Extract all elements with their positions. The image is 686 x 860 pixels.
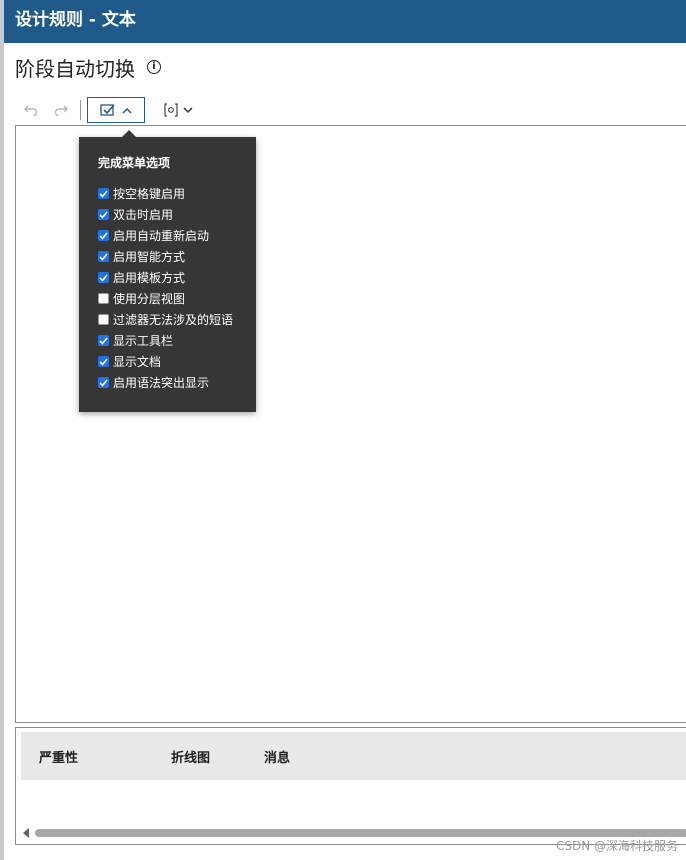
check-icon (99, 231, 108, 240)
completion-option-label: 显示工具栏 (113, 334, 174, 348)
check-icon (99, 378, 108, 387)
completion-option[interactable]: 启用语法突出显示 (98, 372, 256, 393)
completion-option[interactable]: 启用模板方式 (98, 267, 256, 288)
completion-option[interactable]: 过滤器无法涉及的短语 (98, 309, 256, 330)
column-header-message[interactable]: 消息 (264, 747, 290, 766)
completion-menu-button[interactable] (87, 97, 145, 123)
checkbox-checked[interactable] (98, 272, 109, 283)
parameter-icon (164, 103, 178, 117)
parameter-button[interactable] (163, 103, 193, 117)
page-title: 阶段自动切换 (15, 56, 135, 81)
check-icon (99, 357, 108, 366)
checkbox-checked[interactable] (98, 377, 109, 388)
undo-icon (24, 105, 38, 116)
checkbox-checked[interactable] (98, 335, 109, 346)
completion-option-label: 显示文档 (113, 355, 162, 369)
completion-option-label: 启用语法突出显示 (113, 376, 210, 390)
completion-option[interactable]: 双击时启用 (98, 204, 256, 225)
completion-option-label: 启用智能方式 (113, 250, 186, 264)
completion-options-list: 按空格键启用 双击时启用启用自动重新启动 启用智能方式 启用模板方式 使用分层视图过滤器… (98, 183, 256, 393)
completion-option[interactable]: 按空格键启用 (98, 183, 256, 204)
chevron-up-icon (122, 107, 132, 114)
completion-option-label: 过滤器无法涉及的短语 (113, 313, 234, 327)
completion-check-icon (100, 104, 115, 116)
check-icon (99, 336, 108, 345)
chevron-down-icon (183, 106, 193, 113)
checkbox-checked[interactable] (98, 356, 109, 367)
check-icon (99, 189, 108, 198)
completion-option-label: 按空格键启用 (113, 187, 186, 201)
completion-option[interactable]: 启用智能方式 (98, 246, 256, 267)
scroll-left-icon[interactable] (23, 828, 29, 838)
checkbox-checked[interactable] (98, 251, 109, 262)
completion-option[interactable]: 使用分层视图 (98, 288, 256, 309)
redo-icon (54, 105, 68, 116)
undo-button[interactable] (16, 97, 46, 123)
window-title: 设计规则 - 文本 (4, 0, 686, 43)
checkbox-unchecked[interactable] (98, 314, 109, 325)
check-icon (99, 210, 108, 219)
completion-option-label: 启用自动重新启动 (113, 229, 210, 243)
completion-option-label: 双击时启用 (113, 208, 174, 222)
column-header-diagram[interactable]: 折线图 (171, 747, 210, 766)
check-icon (99, 273, 108, 282)
checkbox-checked[interactable] (98, 230, 109, 241)
completion-menu-popup: 完成菜单选项 按空格键启用 双击时启用启用自动重新启动 启用智能方式 启用模板方式 使用… (79, 130, 256, 412)
redo-button[interactable] (46, 97, 76, 123)
checkbox-checked[interactable] (98, 188, 109, 199)
scrollbar-thumb[interactable] (35, 829, 686, 837)
design-rule-window: 设计规则 - 文本 阶段自动切换 i 严重性 折线图 消息 完成菜单选项 按空格… (0, 0, 686, 860)
completion-menu-title: 完成菜单选项 (98, 156, 171, 170)
check-icon (99, 252, 108, 261)
checkbox-checked[interactable] (98, 209, 109, 220)
editor-toolbar (16, 96, 193, 124)
page-header: 阶段自动切换 i (15, 52, 161, 82)
checkbox-unchecked[interactable] (98, 293, 109, 304)
completion-option[interactable]: 启用自动重新启动 (98, 225, 256, 246)
completion-option-label: 启用模板方式 (113, 271, 186, 285)
message-table-header: 严重性 折线图 消息 (21, 732, 686, 780)
completion-option[interactable]: 显示工具栏 (98, 330, 256, 351)
toolbar-divider (80, 100, 81, 120)
completion-option[interactable]: 显示文档 (98, 351, 256, 372)
completion-option-label: 使用分层视图 (113, 292, 186, 306)
info-icon[interactable]: i (147, 60, 161, 74)
column-header-severity[interactable]: 严重性 (39, 747, 78, 766)
message-panel: 严重性 折线图 消息 (15, 727, 686, 845)
watermark: CSDN @深海科技服务 (555, 839, 678, 853)
